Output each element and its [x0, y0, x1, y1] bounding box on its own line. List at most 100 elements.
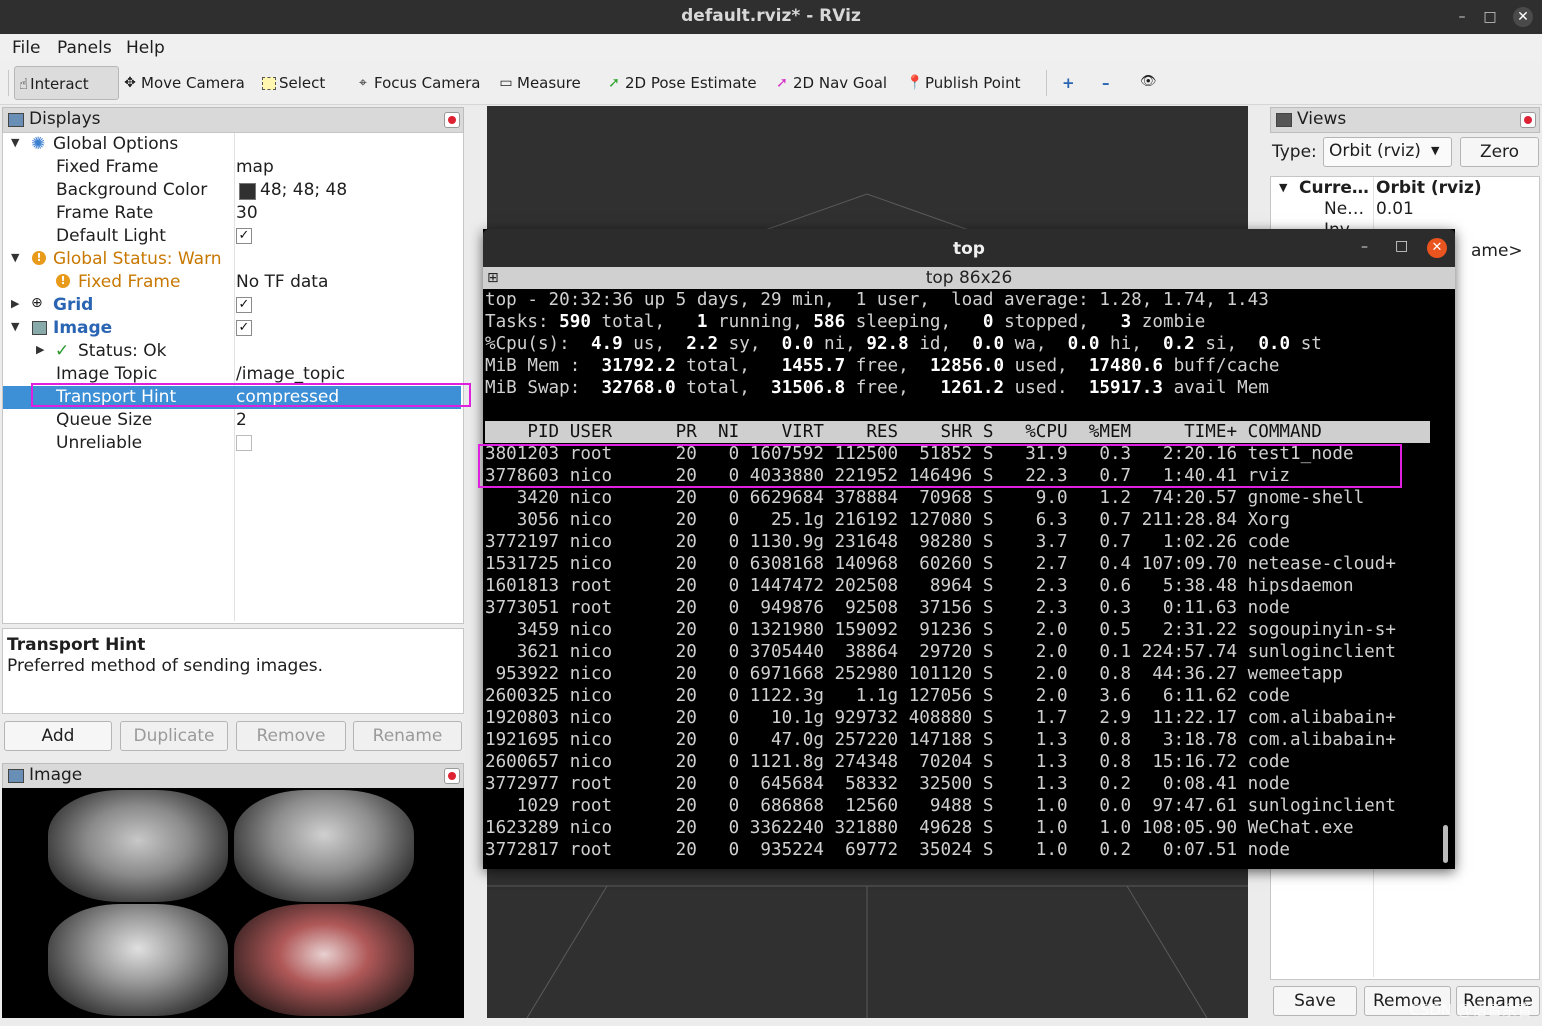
- top-summary-line: Tasks: 590 total, 1 running, 586 sleepin…: [485, 312, 1206, 332]
- fisheye-image-front: [48, 790, 228, 902]
- close-icon[interactable]: [444, 768, 460, 784]
- row-value[interactable]: map: [236, 157, 274, 177]
- minimize-button[interactable]: –: [1452, 7, 1472, 27]
- process-row: 3772817 root 20 0 935224 69772 35024 S 1…: [485, 840, 1418, 860]
- add-tool-icon[interactable]: +: [1062, 74, 1075, 92]
- process-row: 3772197 nico 20 0 1130.9g 231648 98280 S…: [485, 532, 1418, 552]
- maximize-icon[interactable]: □: [1395, 238, 1408, 254]
- checkmark-icon: ✓: [55, 341, 70, 361]
- tree-row-image[interactable]: ▼ Image ✓: [3, 317, 461, 340]
- checkbox[interactable]: ✓: [236, 320, 252, 336]
- grid-icon: ⊕: [31, 295, 43, 311]
- zero-button[interactable]: Zero: [1460, 137, 1539, 167]
- close-icon[interactable]: [1520, 112, 1536, 128]
- menu-help[interactable]: Help: [126, 38, 165, 58]
- image-panel-title: Image: [29, 765, 83, 785]
- expand-arrow-icon[interactable]: ▶: [11, 297, 19, 310]
- close-icon[interactable]: ✕: [1427, 238, 1447, 258]
- terminal-title: top: [953, 239, 985, 259]
- maximize-button[interactable]: □: [1480, 7, 1500, 27]
- row-value[interactable]: 2: [236, 410, 247, 430]
- row-value[interactable]: 48; 48; 48: [260, 180, 347, 200]
- tree-row-queue-size[interactable]: Queue Size 2: [3, 409, 461, 432]
- rename-display-button[interactable]: Rename: [353, 721, 462, 751]
- view-type-select[interactable]: Orbit (rviz) ▼: [1323, 137, 1452, 167]
- collapse-arrow-icon[interactable]: ▼: [11, 320, 19, 333]
- watermark: CSDN @语音余音: [1409, 1001, 1532, 1019]
- terminal-window: top – □ ✕ ⊞ top 86x26 top - 20:32:36 up …: [483, 229, 1455, 869]
- remove-display-button[interactable]: Remove: [236, 721, 346, 751]
- publish-point-label: Publish Point: [925, 74, 1021, 92]
- terminal-tab[interactable]: ⊞ top 86x26: [483, 267, 1455, 289]
- views-type-label: Type:: [1272, 142, 1317, 162]
- terminal-scrollbar[interactable]: [1443, 825, 1448, 863]
- remove-tool-icon[interactable]: –: [1102, 74, 1110, 92]
- minimize-icon[interactable]: –: [1361, 239, 1368, 255]
- property-description: Transport Hint Preferred method of sendi…: [2, 628, 464, 714]
- view-type-value: Orbit (rviz): [1329, 141, 1421, 161]
- tree-row-fixed-frame[interactable]: Fixed Frame map: [3, 156, 461, 179]
- image-panel-header: Image: [2, 763, 464, 789]
- publish-point-tool-button[interactable]: 📍 Publish Point: [906, 74, 1020, 92]
- interact-tool-button[interactable]: ☝ Interact: [14, 66, 119, 100]
- description-text: Preferred method of sending images.: [7, 656, 324, 676]
- menu-file[interactable]: File: [12, 38, 40, 58]
- select-tool-button[interactable]: Select: [262, 74, 325, 92]
- checkbox[interactable]: ✓: [236, 297, 252, 313]
- checkbox[interactable]: ✓: [236, 228, 252, 244]
- tab-icon: ⊞: [487, 270, 499, 286]
- collapse-arrow-icon[interactable]: ▼: [11, 251, 19, 264]
- row-value[interactable]: 30: [236, 203, 258, 223]
- measure-tool-button[interactable]: ▭ Measure: [498, 74, 580, 92]
- process-row: 1601813 root 20 0 1447472 202508 8964 S …: [485, 576, 1418, 596]
- interact-label: Interact: [30, 75, 89, 93]
- toolbar: ☝ Interact ✥ Move Camera Select ⌖ Focus Cam…: [0, 62, 1542, 105]
- row-key: Queue Size: [56, 410, 153, 430]
- tree-row-unreliable[interactable]: Unreliable: [3, 432, 461, 455]
- close-window-button[interactable]: ✕: [1513, 7, 1533, 27]
- eye-icon[interactable]: 👁: [1140, 74, 1157, 89]
- ruler-icon: ▭: [499, 75, 513, 91]
- highlight-box: [478, 444, 1402, 488]
- tree-row-fixed-frame-status[interactable]: ! Fixed Frame No TF data: [3, 271, 461, 294]
- displays-panel-header: Displays: [2, 107, 464, 133]
- checkbox[interactable]: [236, 435, 252, 451]
- select-icon: [262, 76, 276, 90]
- focus-camera-tool-button[interactable]: ⌖ Focus Camera: [355, 74, 480, 92]
- hand-icon: ☝: [19, 75, 29, 93]
- save-view-button[interactable]: Save: [1273, 986, 1357, 1016]
- row-key: Grid: [53, 295, 94, 315]
- tree-row-grid[interactable]: ▶ ⊕ Grid ✓: [3, 294, 461, 317]
- top-summary-line: MiB Mem : 31792.2 total, 1455.7 free, 12…: [485, 356, 1280, 376]
- color-swatch[interactable]: [239, 183, 256, 200]
- tree-row-frame-rate[interactable]: Frame Rate 30: [3, 202, 461, 225]
- duplicate-display-button[interactable]: Duplicate: [120, 721, 228, 751]
- tree-row-background-color[interactable]: Background Color 48; 48; 48: [3, 179, 461, 202]
- collapse-arrow-icon[interactable]: ▼: [11, 136, 19, 149]
- fisheye-image-right: [234, 904, 414, 1016]
- process-row: 3772977 root 20 0 645684 58332 32500 S 1…: [485, 774, 1418, 794]
- tree-row-global-status[interactable]: ▼ ! Global Status: Warn: [3, 248, 461, 271]
- collapse-arrow-icon[interactable]: ▼: [1279, 181, 1287, 194]
- expand-arrow-icon[interactable]: ▶: [36, 343, 44, 356]
- monitor-icon: [8, 113, 24, 127]
- menu-panels[interactable]: Panels: [57, 38, 112, 58]
- fisheye-image-rear: [234, 790, 414, 902]
- row-key: Default Light: [56, 226, 166, 246]
- row-value: No TF data: [236, 272, 329, 292]
- close-icon[interactable]: [444, 112, 460, 128]
- terminal-output[interactable]: top - 20:32:36 up 5 days, 29 min, 1 user…: [485, 289, 1430, 867]
- near-clip-value[interactable]: 0.01: [1376, 199, 1414, 219]
- move-camera-tool-button[interactable]: ✥ Move Camera: [122, 74, 245, 92]
- nav-goal-tool-button[interactable]: ➚ 2D Nav Goal: [774, 74, 887, 92]
- tree-row-status-ok[interactable]: ▶ ✓ Status: Ok: [3, 340, 461, 363]
- process-row: 3420 nico 20 0 6629684 378884 70968 S 9.…: [485, 488, 1418, 508]
- add-display-button[interactable]: Add: [4, 721, 112, 751]
- row-key: Image Topic: [56, 364, 158, 384]
- top-summary-line: %Cpu(s): 4.9 us, 2.2 sy, 0.0 ni, 92.8 id…: [485, 334, 1322, 354]
- pose-estimate-tool-button[interactable]: ➚ 2D Pose Estimate: [606, 74, 757, 92]
- tree-row-default-light[interactable]: Default Light ✓: [3, 225, 461, 248]
- row-value[interactable]: /image_topic: [236, 364, 345, 384]
- tree-row-global-options[interactable]: ▼ ✺ Global Options: [3, 133, 461, 156]
- row-key: Image: [53, 318, 113, 338]
